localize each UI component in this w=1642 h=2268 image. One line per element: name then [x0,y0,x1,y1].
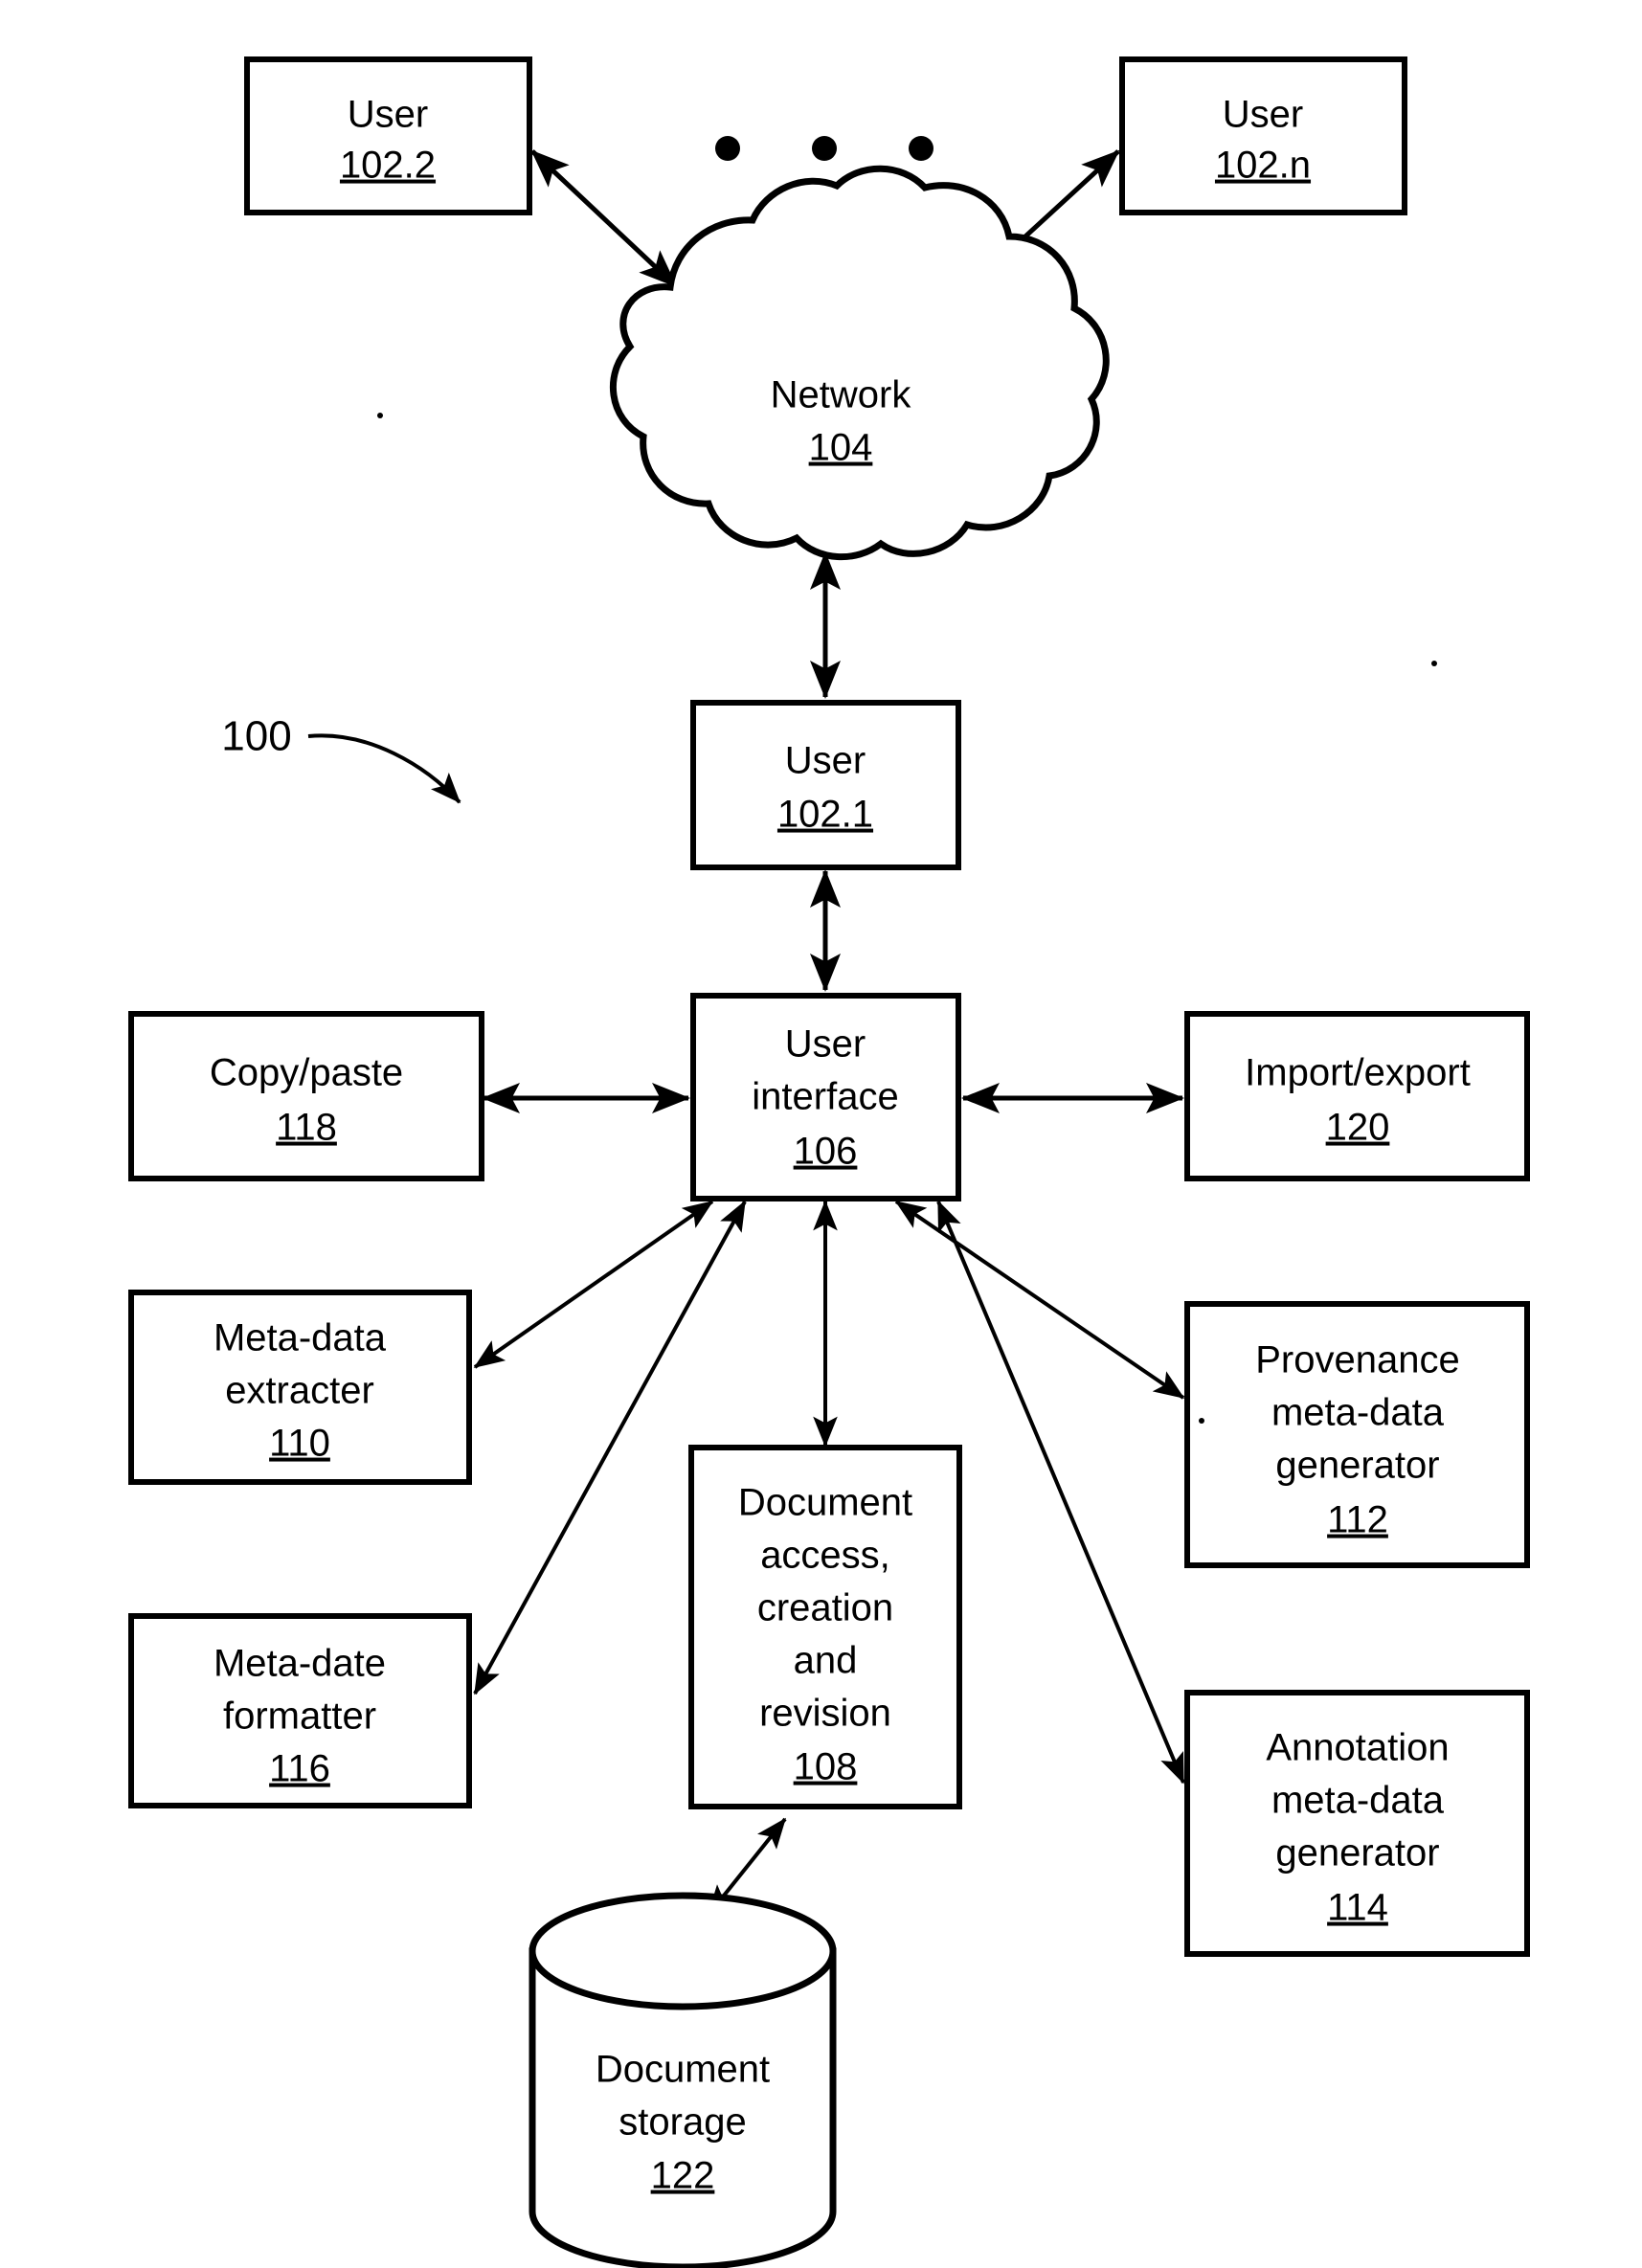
user-102n-title: User [1223,94,1303,136]
node-metadata-extracter: Meta-data extracter 110 [128,1290,472,1485]
provenance-ref: 112 [1327,1499,1388,1541]
node-copy-paste: Copy/paste 118 [128,1011,484,1181]
node-user-102-n: User 102.n [1119,56,1407,215]
ellipsis-dots [715,136,933,161]
node-import-export: Import/export 120 [1184,1011,1530,1181]
documentaccess-line1: Document [738,1482,912,1524]
network-title: Network [771,374,912,416]
documentstorage-line2: storage [619,2101,746,2144]
node-network-cloud: Network 104 [609,165,1110,561]
copypaste-title: Copy/paste [210,1052,403,1094]
metadateformatter-line1: Meta-date [214,1643,386,1685]
node-user-102-1: User 102.1 [690,700,961,870]
annotation-ref: 114 [1327,1887,1388,1929]
provenance-line2: meta-data [1271,1392,1445,1434]
importexport-title: Import/export [1245,1052,1471,1094]
userinterface-ref: 106 [794,1131,858,1173]
edge-userinterface-provenancegenerator [894,1200,1185,1400]
userinterface-line2: interface [752,1076,898,1118]
annotation-line1: Annotation [1266,1727,1449,1769]
diagram-canvas: User 102.2 User 102.n Network 104 100 Us… [128,56,1530,2268]
node-metadate-formatter: Meta-date formatter 116 [128,1613,472,1808]
copypaste-ref: 118 [276,1107,337,1149]
patent-figure-diagram: User 102.2 User 102.n Network 104 100 Us… [0,0,1642,2268]
scan-artifacts [377,413,1437,1424]
documentaccess-ref: 108 [794,1746,858,1788]
annotation-line2: meta-data [1271,1780,1445,1822]
documentaccess-line3: creation [757,1587,893,1629]
user-1022-ref: 102.2 [340,145,436,187]
network-ref: 104 [809,427,873,469]
node-document-storage: Document storage 122 [529,1892,837,2268]
documentaccess-line4: and [794,1640,858,1682]
metadateformatter-ref: 116 [269,1748,330,1790]
metadateformatter-line2: formatter [223,1695,376,1738]
documentaccess-line5: revision [759,1693,891,1735]
userinterface-line1: User [785,1023,866,1066]
node-document-access: Document access, creation and revision 1… [688,1445,962,1809]
node-provenance-generator: Provenance meta-data generator 112 [1184,1301,1530,1568]
node-user-interface: User interface 106 [690,993,961,1201]
edge-user1022-network [530,149,678,288]
documentaccess-line2: access, [760,1535,890,1577]
user-1022-title: User [348,94,428,136]
provenance-line1: Provenance [1255,1339,1459,1381]
metadataextracter-line1: Meta-data [214,1317,387,1359]
node-annotation-generator: Annotation meta-data generator 114 [1184,1690,1530,1957]
metadataextracter-line2: extracter [225,1370,374,1412]
importexport-ref: 120 [1326,1107,1390,1149]
user-1021-ref: 102.1 [777,794,873,836]
user-102n-ref: 102.n [1215,145,1311,187]
figure-number-label: 100 [221,713,291,760]
edge-userinterface-metadataextracter [473,1200,714,1369]
documentstorage-line1: Document [596,2049,770,2091]
edge-userinterface-annotationgenerator [936,1200,1185,1785]
metadataextracter-ref: 110 [269,1423,330,1465]
annotation-line3: generator [1275,1832,1439,1875]
figure-label-leader [307,733,461,804]
documentstorage-ref: 122 [651,2155,715,2197]
provenance-line3: generator [1275,1445,1439,1487]
user-1021-title: User [785,740,866,782]
node-user-102-2: User 102.2 [244,56,532,215]
